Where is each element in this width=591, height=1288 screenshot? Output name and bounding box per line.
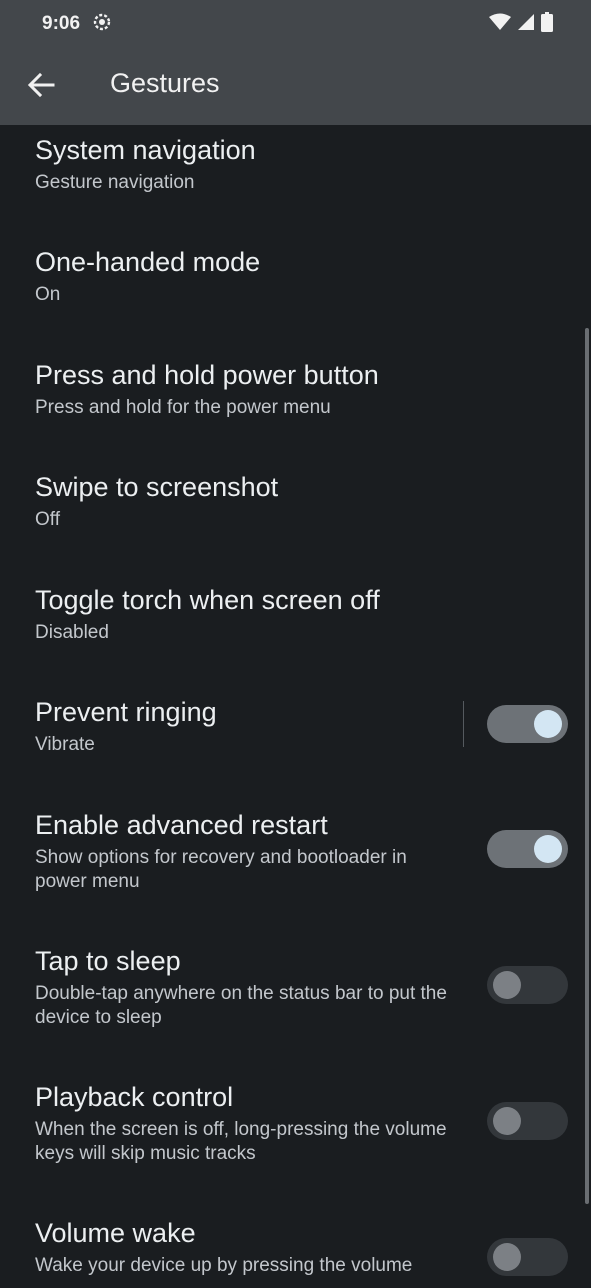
- switch-thumb: [534, 835, 562, 863]
- setting-summary: Disabled: [35, 622, 109, 643]
- switch-thumb: [493, 1107, 521, 1135]
- switch-thumb: [493, 971, 521, 999]
- setting-swipe-to-screenshot[interactable]: Swipe to screenshot Off: [0, 462, 591, 574]
- setting-title: Press and hold power button: [35, 360, 379, 390]
- status-bar: 9:06: [0, 0, 591, 48]
- setting-toggle-torch[interactable]: Toggle torch when screen off Disabled: [0, 575, 591, 687]
- setting-volume-wake[interactable]: Volume wake Wake your device up by press…: [0, 1208, 591, 1288]
- setting-system-navigation[interactable]: System navigation Gesture navigation: [0, 125, 591, 237]
- setting-summary: Show options for recovery and bootloader…: [35, 847, 407, 892]
- battery-icon: [541, 12, 553, 32]
- setting-summary: Gesture navigation: [35, 172, 195, 193]
- switch-thumb: [534, 710, 562, 738]
- playback-control-switch[interactable]: [487, 1102, 568, 1140]
- setting-title: Volume wake: [35, 1218, 196, 1248]
- setting-title: Playback control: [35, 1082, 234, 1112]
- setting-summary: Press and hold for the power menu: [35, 397, 331, 418]
- setting-tap-to-sleep[interactable]: Tap to sleep Double-tap anywhere on the …: [0, 936, 591, 1072]
- advanced-restart-switch[interactable]: [487, 830, 568, 868]
- setting-title: Toggle torch when screen off: [35, 585, 380, 615]
- tap-to-sleep-switch[interactable]: [487, 966, 568, 1004]
- setting-title: System navigation: [35, 135, 256, 165]
- setting-advanced-restart[interactable]: Enable advanced restart Show options for…: [0, 800, 591, 935]
- setting-title: Swipe to screenshot: [35, 472, 279, 502]
- page-title: Gestures: [110, 68, 220, 98]
- setting-title: Tap to sleep: [35, 946, 181, 976]
- setting-summary: Off: [35, 509, 60, 530]
- switch-thumb: [493, 1243, 521, 1271]
- divider: [463, 701, 464, 747]
- setting-summary: Wake your device up by pressing the volu…: [35, 1255, 413, 1276]
- volume-wake-switch[interactable]: [487, 1238, 568, 1276]
- setting-summary: On: [35, 284, 61, 305]
- cell-signal-icon: [518, 14, 534, 30]
- scrollbar[interactable]: [585, 328, 589, 1204]
- setting-playback-control[interactable]: Playback control When the screen is off,…: [0, 1072, 591, 1208]
- app-bar: Gestures: [0, 48, 591, 125]
- setting-title: Enable advanced restart: [35, 810, 328, 840]
- setting-title: Prevent ringing: [35, 697, 217, 727]
- setting-summary: Vibrate: [35, 734, 95, 755]
- prevent-ringing-switch[interactable]: [487, 705, 568, 743]
- wifi-icon: [489, 13, 511, 30]
- setting-title: One-handed mode: [35, 247, 261, 277]
- back-arrow-icon[interactable]: [26, 70, 56, 100]
- setting-summary: When the screen is off, long-pressing th…: [35, 1119, 447, 1164]
- setting-summary: Double-tap anywhere on the status bar to…: [35, 983, 447, 1028]
- settings-gear-icon: [93, 13, 111, 31]
- setting-one-handed-mode[interactable]: One-handed mode On: [0, 237, 591, 349]
- setting-prevent-ringing[interactable]: Prevent ringing Vibrate: [0, 687, 591, 799]
- setting-press-hold-power[interactable]: Press and hold power button Press and ho…: [0, 350, 591, 462]
- status-time: 9:06: [42, 13, 81, 34]
- status-icons: [489, 12, 553, 32]
